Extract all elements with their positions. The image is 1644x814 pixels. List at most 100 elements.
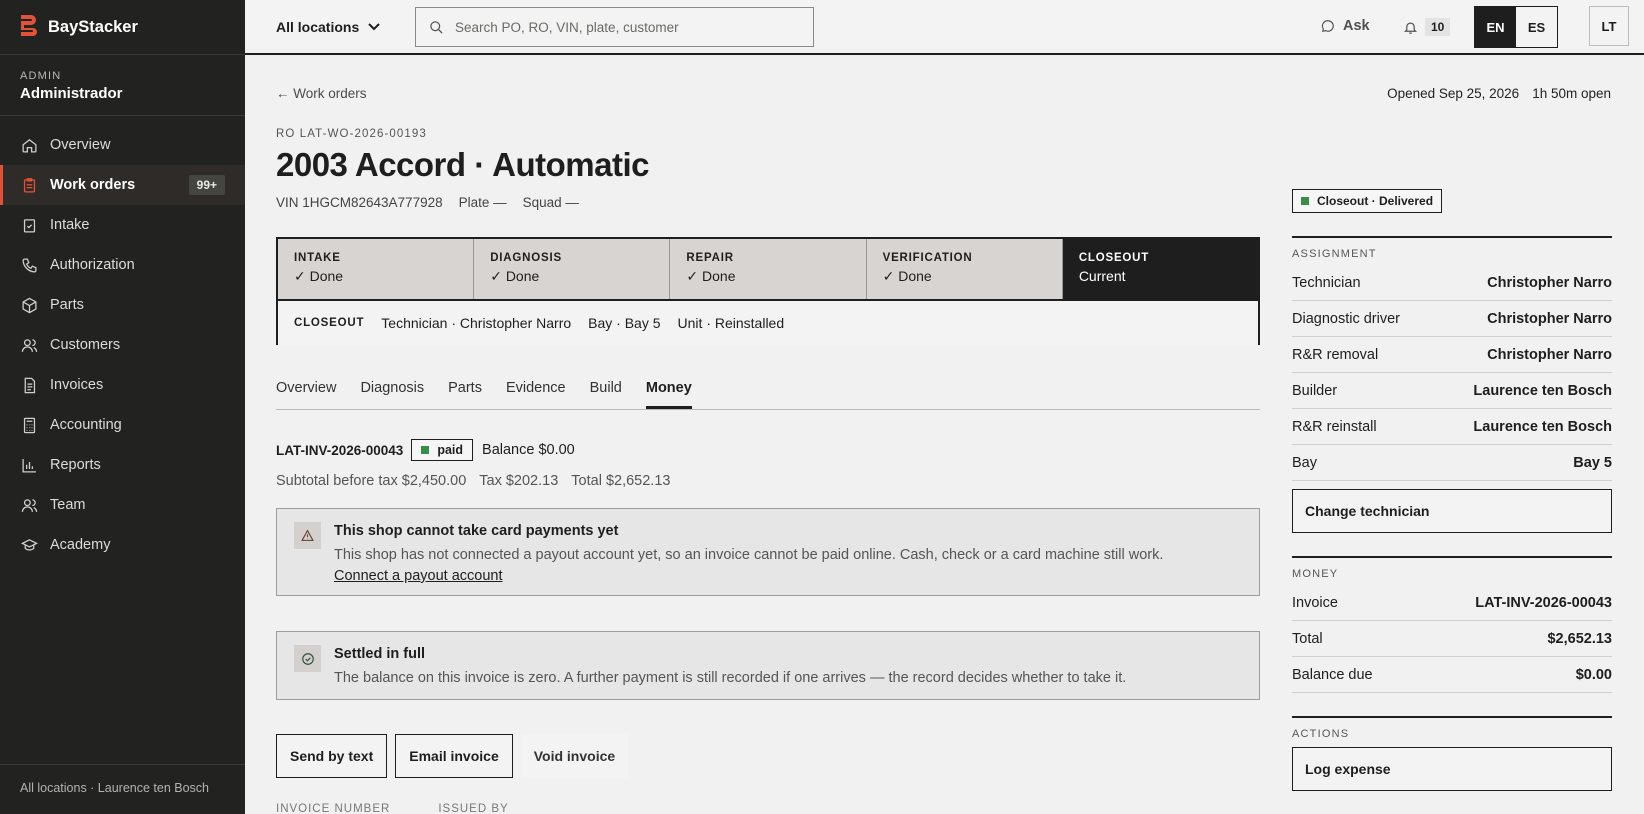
sidebar-item-label: Parts <box>50 297 84 313</box>
sidebar-item-intake[interactable]: Intake <box>0 205 245 245</box>
sidebar-item-invoices[interactable]: Invoices <box>0 365 245 405</box>
notifications-button[interactable]: 10 <box>1403 18 1451 36</box>
stage-row: INTAKE ✓ Done DIAGNOSIS ✓ Done REPAIR ✓ … <box>278 239 1259 301</box>
ask-label: Ask <box>1343 18 1370 34</box>
stage-label: REPAIR <box>686 252 734 264</box>
row-key: Total <box>1292 630 1323 647</box>
stage-label: DIAGNOSIS <box>490 252 562 264</box>
actions-section: ACTIONS Log expense <box>1292 716 1612 791</box>
closeout-technician: Technician · Christopher Narro <box>381 315 572 331</box>
stage-intake[interactable]: INTAKE ✓ Done <box>278 239 475 299</box>
stage-status: ✓ Done <box>882 268 932 284</box>
vin: VIN 1HGCM82643A777928 <box>276 195 443 210</box>
row-key: Bay <box>1292 454 1317 471</box>
stage-closeout[interactable]: CLOSEOUT Current <box>1062 239 1259 299</box>
brand[interactable]: BayStacker <box>0 0 245 55</box>
lang-en-button[interactable]: EN <box>1475 7 1516 47</box>
column-header: ISSUED BY <box>438 803 509 814</box>
opened-info: Opened Sep 25, 2026 1h 50m open <box>1387 86 1611 101</box>
sidebar-item-academy[interactable]: Academy <box>0 525 245 565</box>
tab-evidence[interactable]: Evidence <box>506 368 566 409</box>
sidebar-footer: All locations · Laurence ten Bosch <box>0 764 245 814</box>
closeout-label: CLOSEOUT <box>294 317 365 329</box>
assignment-row: R&R removal Christopher Narro <box>1292 337 1612 373</box>
status-badge: paid <box>411 439 474 461</box>
tab-overview[interactable]: Overview <box>276 368 336 409</box>
search-icon <box>430 20 443 34</box>
stage-status: ✓ Done <box>490 268 540 284</box>
connect-payout-link[interactable]: Connect a payout account <box>334 568 502 584</box>
status-badge: Closeout · Delivered <box>1292 189 1443 213</box>
assignment-row: Builder Laurence ten Bosch <box>1292 373 1612 409</box>
money-row: Invoice LAT-INV-2026-00043 <box>1292 585 1612 621</box>
sidebar-item-parts[interactable]: Parts <box>0 285 245 325</box>
sidebar-item-reports[interactable]: Reports <box>0 445 245 485</box>
row-key: Diagnostic driver <box>1292 310 1400 327</box>
assignment-row: Technician Christopher Narro <box>1292 265 1612 301</box>
alert-text: The balance on this invoice is zero. A f… <box>334 670 1127 686</box>
stage-status: ✓ Done <box>294 268 344 284</box>
send-by-text-button[interactable]: Send by text <box>276 734 388 778</box>
stage-tracker: INTAKE ✓ Done DIAGNOSIS ✓ Done REPAIR ✓ … <box>276 237 1260 345</box>
sidebar-item-overview[interactable]: Overview <box>0 125 245 165</box>
work-orders-count-badge: 99+ <box>188 175 225 195</box>
log-expense-button[interactable]: Log expense <box>1292 747 1612 791</box>
invoice-total: Total $2,652.13 <box>571 473 671 489</box>
row-value: Christopher Narro <box>1487 274 1612 291</box>
money-row: Total $2,652.13 <box>1292 621 1612 657</box>
stage-diagnosis[interactable]: DIAGNOSIS ✓ Done <box>474 239 671 299</box>
stage-verification[interactable]: VERIFICATION ✓ Done <box>866 239 1063 299</box>
closeout-bay: Bay · Bay 5 <box>588 315 661 331</box>
chevron-down-icon <box>368 23 380 31</box>
sidebar-item-label: Customers <box>50 337 121 353</box>
invoice-tax: Tax $202.13 <box>479 473 559 489</box>
sidebar-item-authorization[interactable]: Authorization <box>0 245 245 285</box>
lang-es-button[interactable]: ES <box>1516 7 1557 47</box>
closeout-unit: Unit · Reinstalled <box>677 315 785 331</box>
avatar[interactable]: LT <box>1589 6 1629 46</box>
sidebar-item-team[interactable]: Team <box>0 485 245 525</box>
clipboard-check-icon <box>20 216 38 234</box>
ro-number: RO LAT-WO-2026-00193 <box>276 128 427 140</box>
change-technician-button[interactable]: Change technician <box>1292 489 1612 533</box>
sidebar-item-label: Academy <box>50 537 111 553</box>
invoice-header: LAT-INV-2026-00043 paid Balance $0.00 <box>276 439 575 461</box>
closeout-summary: CLOSEOUT Technician · Christopher Narro … <box>278 301 1258 345</box>
assignment-row: Diagnostic driver Christopher Narro <box>1292 301 1612 337</box>
sidebar-item-work-orders[interactable]: Work orders 99+ <box>0 165 245 205</box>
topbar: All locations Search PO, RO, VIN, plate,… <box>245 0 1644 55</box>
location-selector[interactable]: All locations <box>276 19 380 35</box>
calculator-icon <box>20 416 38 434</box>
back-to-work-orders-link[interactable]: ← Work orders <box>276 86 367 101</box>
invoice-details-headers: INVOICE NUMBER ISSUED BY <box>276 803 509 814</box>
tab-diagnosis[interactable]: Diagnosis <box>360 368 424 409</box>
settled-alert: Settled in full The balance on this invo… <box>276 631 1260 700</box>
sidebar-item-label: Overview <box>50 137 111 153</box>
stage-repair[interactable]: REPAIR ✓ Done <box>670 239 867 299</box>
sidebar-item-accounting[interactable]: Accounting <box>0 405 245 445</box>
tab-parts[interactable]: Parts <box>448 368 482 409</box>
sidebar-item-label: Invoices <box>50 377 104 393</box>
ask-button[interactable]: Ask <box>1321 18 1370 34</box>
user-role: ADMIN <box>20 70 62 82</box>
row-value: $0.00 <box>1575 666 1612 683</box>
row-value: $2,652.13 <box>1547 630 1612 647</box>
tab-build[interactable]: Build <box>590 368 622 409</box>
search-input[interactable]: Search PO, RO, VIN, plate, customer <box>415 7 814 47</box>
void-invoice-button[interactable]: Void invoice <box>520 734 629 778</box>
notification-count: 10 <box>1425 18 1451 36</box>
user-role-block: ADMIN Administrador <box>0 55 245 116</box>
row-value: Bay 5 <box>1573 454 1612 471</box>
alert-body: This shop has not connected a payout acc… <box>334 545 1243 587</box>
language-switch: EN ES <box>1474 6 1558 48</box>
section-title: ASSIGNMENT <box>1292 248 1377 260</box>
bar-chart-icon <box>20 456 38 474</box>
tab-money[interactable]: Money <box>645 368 692 409</box>
sidebar-item-customers[interactable]: Customers <box>0 325 245 365</box>
stage-label: CLOSEOUT <box>1078 252 1150 264</box>
row-key: Invoice <box>1292 594 1338 611</box>
email-invoice-button[interactable]: Email invoice <box>395 734 513 778</box>
users-icon <box>20 336 38 354</box>
document-icon <box>20 376 38 394</box>
invoice-number: LAT-INV-2026-00043 <box>276 442 404 458</box>
